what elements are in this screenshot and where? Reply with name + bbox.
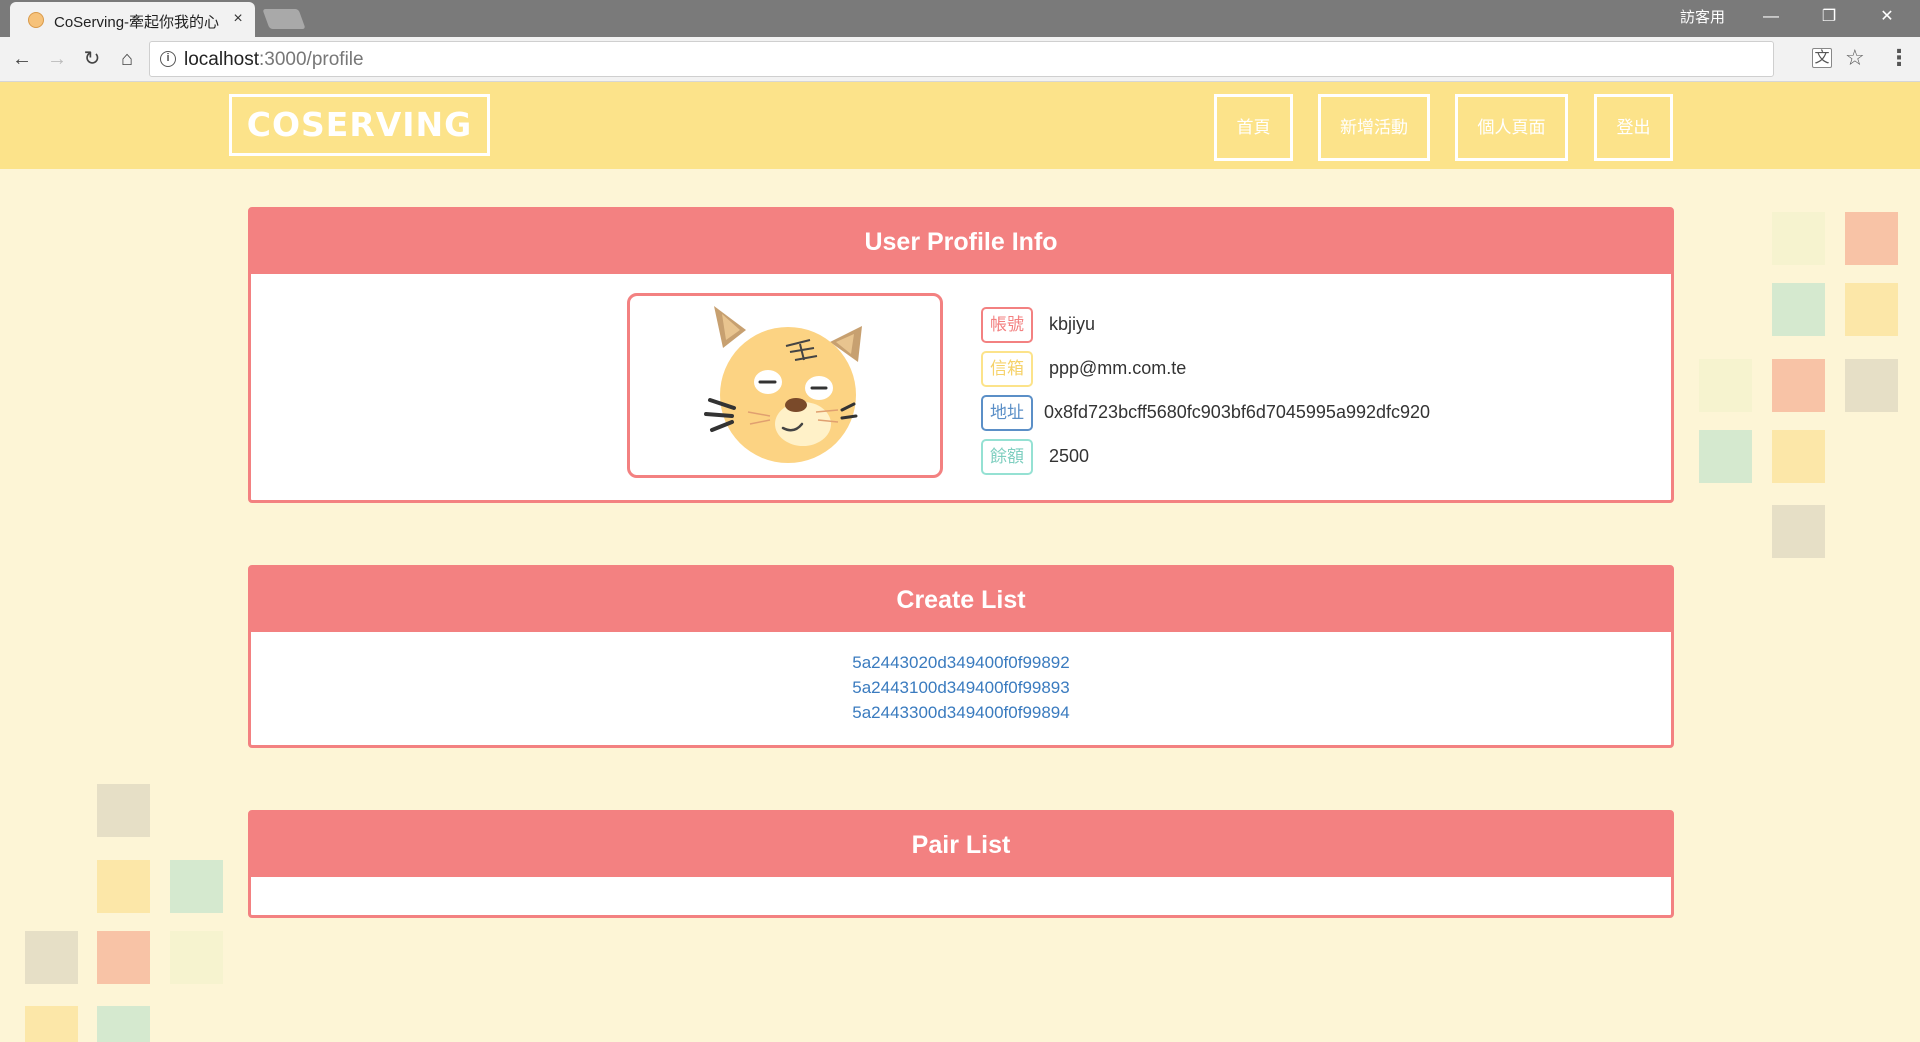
site-logo[interactable]: COSERVING xyxy=(229,94,490,156)
forward-icon[interactable]: → xyxy=(43,45,71,73)
profile-card: User Profile Info 帳號 kbjiyu 信箱 ppp@mm.co… xyxy=(248,207,1674,503)
create-list-card: Create List 5a2443020d349400f0f99892 5a2… xyxy=(248,565,1674,748)
pair-list-card: Pair List xyxy=(248,810,1674,918)
browser-toolbar: ← → ↻ ⌂ i localhost:3000/profile xyxy=(0,37,1920,82)
email-tag: 信箱 xyxy=(981,351,1033,387)
deco-square xyxy=(1845,212,1898,265)
deco-square xyxy=(1772,505,1825,558)
browser-menu-icon[interactable]: ⋮ xyxy=(1888,45,1910,71)
deco-square xyxy=(170,860,223,913)
tiger-avatar-icon xyxy=(704,306,862,463)
deco-square xyxy=(1845,283,1898,336)
bookmark-star-icon[interactable]: ☆ xyxy=(1845,45,1865,71)
profile-card-title: User Profile Info xyxy=(251,210,1671,274)
avatar xyxy=(627,293,943,478)
address-value: 0x8fd723bcff5680fc903bf6d7045995a992dfc9… xyxy=(1044,402,1431,422)
minimize-icon[interactable]: — xyxy=(1742,0,1800,33)
address-bar[interactable]: i localhost:3000/profile xyxy=(149,41,1774,77)
deco-square xyxy=(1772,430,1825,483)
guest-profile-label[interactable]: 訪客用 xyxy=(1680,6,1725,27)
browser-titlebar: CoServing-牽起你我的心 × 訪客用 — ❐ ✕ xyxy=(0,0,1920,37)
translate-icon[interactable]: 文 xyxy=(1812,48,1832,68)
restore-icon[interactable]: ❐ xyxy=(1800,0,1858,33)
browser-tab[interactable]: CoServing-牽起你我的心 × xyxy=(10,2,255,37)
create-list-link[interactable]: 5a2443020d349400f0f99892 xyxy=(251,650,1671,675)
site-info-icon[interactable]: i xyxy=(160,51,176,67)
deco-square xyxy=(1772,359,1825,412)
close-window-icon[interactable]: ✕ xyxy=(1858,0,1916,33)
deco-square xyxy=(1772,212,1825,265)
deco-square xyxy=(170,931,223,984)
deco-square xyxy=(1845,359,1898,412)
pair-list-title: Pair List xyxy=(251,813,1671,877)
new-tab-button[interactable] xyxy=(262,9,306,29)
balance-tag: 餘額 xyxy=(981,439,1033,475)
create-list-link[interactable]: 5a2443100d349400f0f99893 xyxy=(251,675,1671,700)
deco-square xyxy=(1772,283,1825,336)
deco-square xyxy=(97,931,150,984)
email-value: ppp@mm.com.te xyxy=(1049,358,1187,378)
create-list-title: Create List xyxy=(251,568,1671,632)
url-text[interactable]: localhost:3000/profile xyxy=(184,49,364,71)
tiger-favicon-icon xyxy=(28,12,44,28)
nav-profile[interactable]: 個人頁面 xyxy=(1455,94,1568,161)
back-icon[interactable]: ← xyxy=(8,45,36,73)
home-icon[interactable]: ⌂ xyxy=(113,45,141,73)
deco-square xyxy=(1699,359,1752,412)
account-value: kbjiyu xyxy=(1049,314,1096,334)
create-list-link[interactable]: 5a2443300d349400f0f99894 xyxy=(251,700,1671,725)
create-list-items: 5a2443020d349400f0f99892 5a2443100d34940… xyxy=(251,632,1671,725)
nav-home[interactable]: 首頁 xyxy=(1214,94,1293,161)
account-tag: 帳號 xyxy=(981,307,1033,343)
deco-square xyxy=(25,931,78,984)
deco-square xyxy=(1699,430,1752,483)
tab-title: CoServing-牽起你我的心 xyxy=(54,14,220,31)
address-tag: 地址 xyxy=(981,395,1033,431)
deco-square xyxy=(25,1006,78,1042)
tab-close-icon[interactable]: × xyxy=(229,8,247,30)
reload-icon[interactable]: ↻ xyxy=(78,45,106,73)
nav-logout[interactable]: 登出 xyxy=(1594,94,1673,161)
deco-square xyxy=(97,784,150,837)
app-header: COSERVING 首頁 新增活動 個人頁面 登出 xyxy=(0,82,1920,169)
nav-create-event[interactable]: 新增活動 xyxy=(1318,94,1430,161)
deco-square xyxy=(97,860,150,913)
balance-value: 2500 xyxy=(1049,446,1090,466)
deco-square xyxy=(97,1006,150,1042)
